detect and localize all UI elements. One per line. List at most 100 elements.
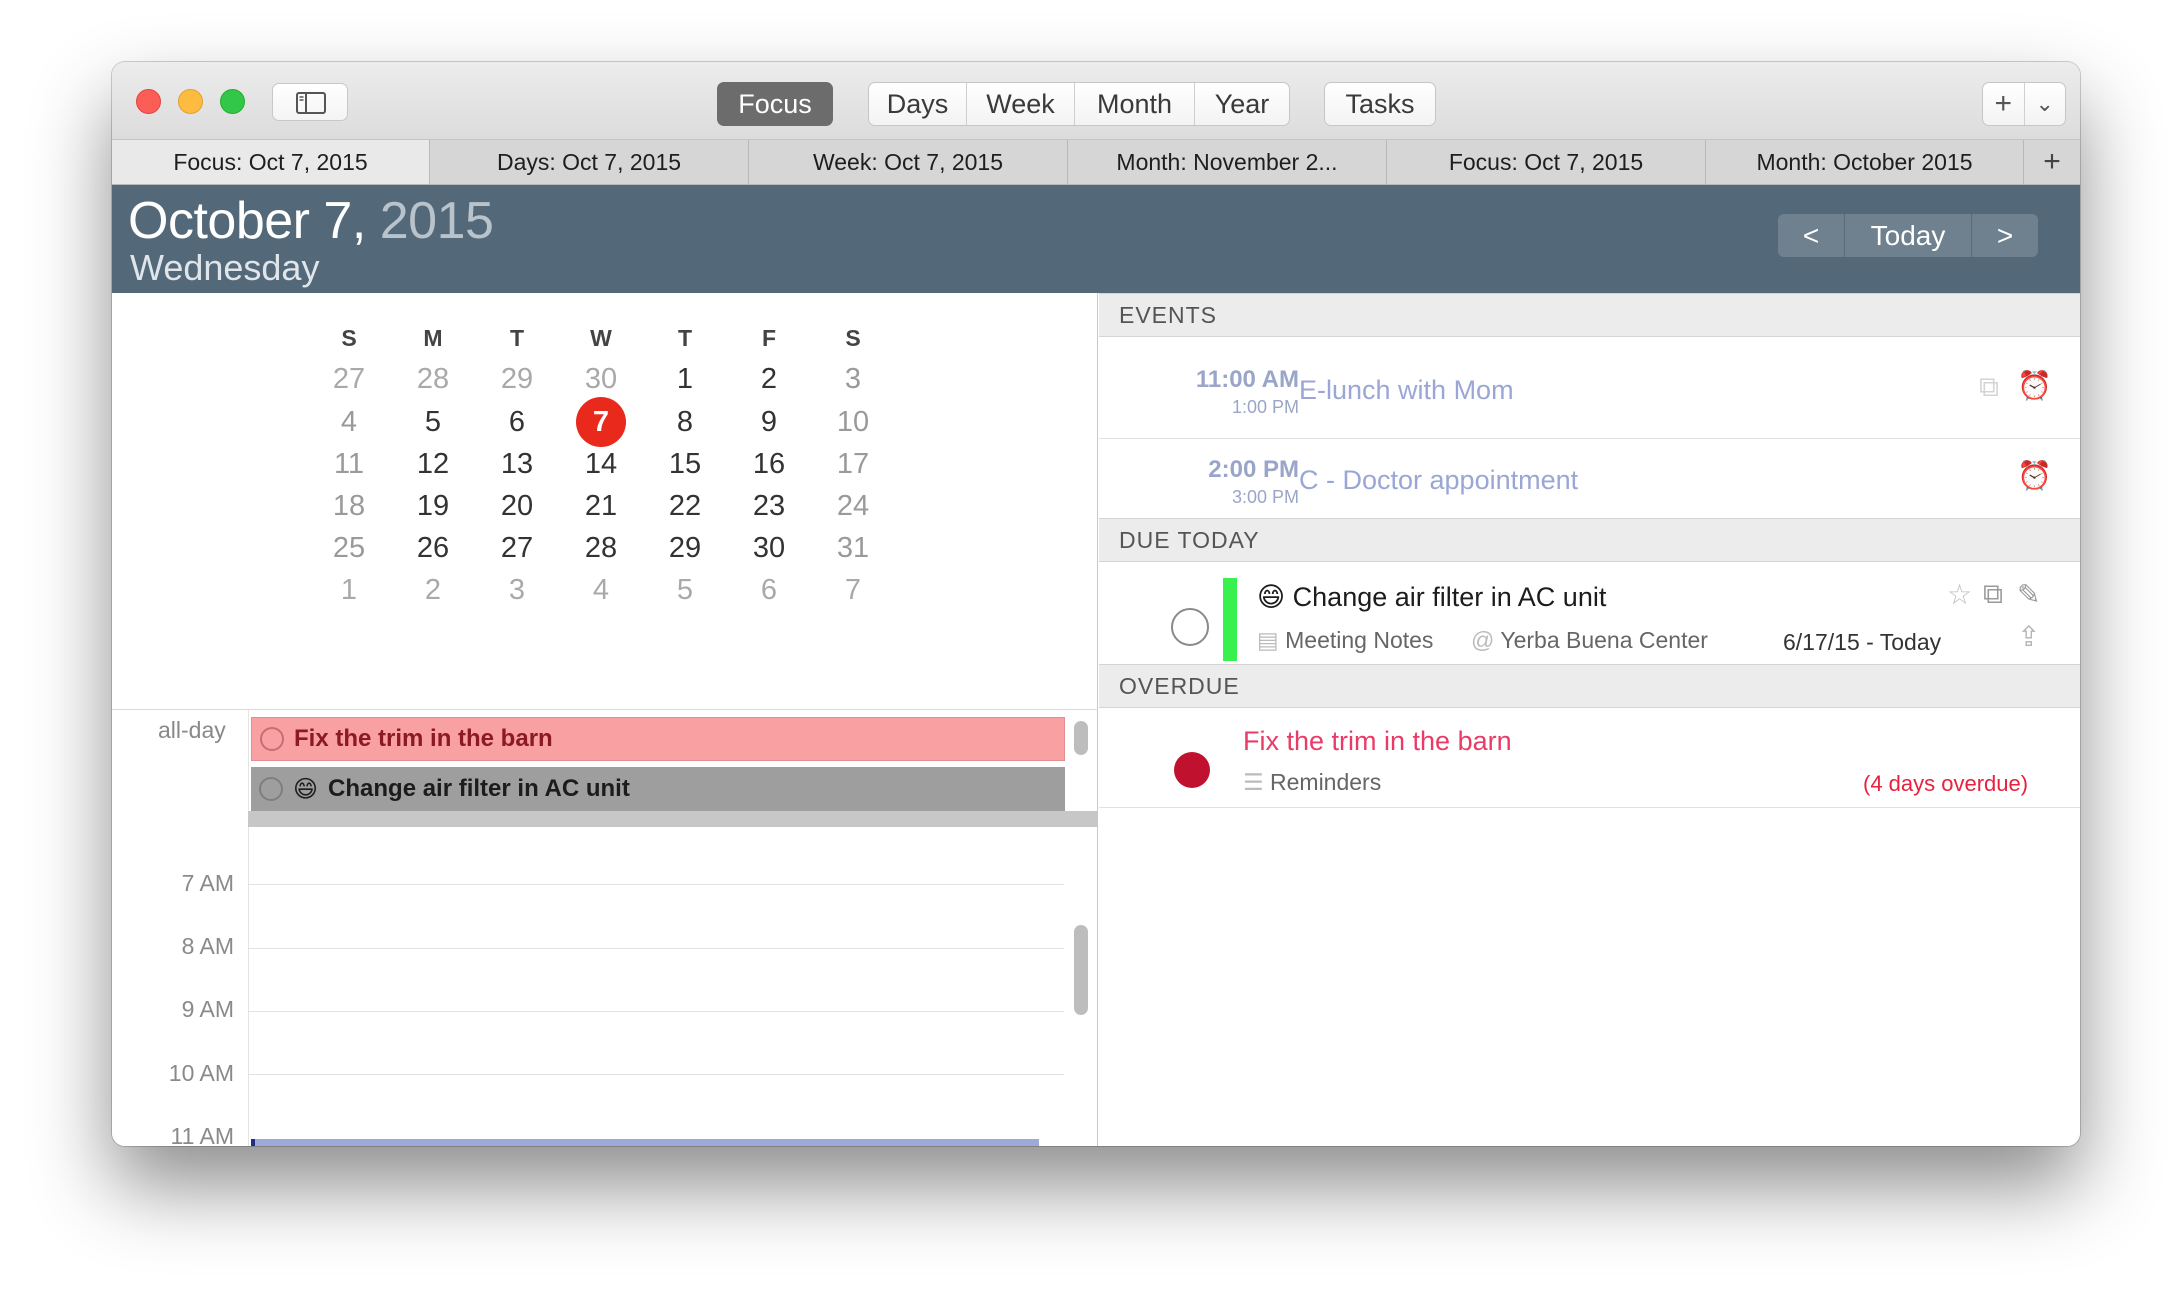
add-menu-chevron-icon[interactable]: ⌄ [2025,83,2066,125]
calendar-day[interactable]: 2 [403,569,463,611]
calendar-day[interactable]: 5 [403,401,463,443]
tab-week[interactable]: Week: Oct 7, 2015 [749,140,1068,184]
zoom-window-button[interactable] [220,89,245,114]
event-start-time: 11:00 AM [1195,366,1299,393]
tab-month-october[interactable]: Month: October 2015 [1706,140,2024,184]
calendar-day[interactable]: 10 [823,401,883,443]
calendar-day[interactable]: 7 [823,569,883,611]
calendar-day[interactable]: 3 [487,569,547,611]
hour-line [248,1011,1064,1012]
calendar-day[interactable]: 25 [319,527,379,569]
hour-line [248,948,1064,949]
edit-note-icon[interactable]: ✎ [2017,578,2040,611]
calendar-day[interactable]: 4 [571,569,631,611]
calendar-today[interactable]: 7 [576,397,626,447]
overdue-task-checkbox[interactable] [1174,752,1210,788]
today-button[interactable]: Today [1844,214,1972,257]
calendar-day[interactable]: 29 [487,358,547,400]
calendar-day[interactable]: 26 [403,527,463,569]
previous-day-button[interactable]: < [1778,214,1844,257]
time-gutter-line [248,710,249,1146]
date-navigation: < Today > [1778,214,2038,257]
calendar-day[interactable]: 5 [655,569,715,611]
calendar-day[interactable]: 30 [571,358,631,400]
calendar-day[interactable]: 6 [487,401,547,443]
calendar-day[interactable]: 15 [655,443,715,485]
add-button[interactable]: + [1983,83,2025,125]
hour-label: 8 AM [181,933,234,959]
calendar-day[interactable]: 8 [655,401,715,443]
calendar-day[interactable]: 13 [487,443,547,485]
year-view-button[interactable]: Year [1195,83,1289,125]
calendar-day[interactable]: 4 [319,401,379,443]
calendar-day[interactable]: 11 [319,443,379,485]
calendar-day[interactable]: 12 [403,443,463,485]
new-tab-button[interactable]: + [2024,140,2080,184]
hour-line [248,884,1064,885]
star-icon[interactable]: ☆ [1947,578,1972,611]
calendar-day[interactable]: 22 [655,485,715,527]
hour-label: 7 AM [181,870,234,896]
task-complete-checkbox[interactable] [1171,608,1209,646]
event-title[interactable]: E-lunch with Mom [1299,375,1514,406]
calendar-day[interactable]: 18 [319,485,379,527]
calendar-day[interactable]: 3 [823,358,883,400]
week-view-button[interactable]: Week [967,83,1075,125]
calendar-day[interactable]: 19 [403,485,463,527]
calendar-day[interactable]: 9 [739,401,799,443]
minimize-window-button[interactable] [178,89,203,114]
allday-separator[interactable] [248,811,1098,827]
calendar-day[interactable]: 17 [823,443,883,485]
tab-focus-1[interactable]: Focus: Oct 7, 2015 [112,140,430,184]
calendar-day[interactable]: 29 [655,527,715,569]
calendar-day[interactable]: 1 [319,569,379,611]
tasks-view-button[interactable]: Tasks [1325,83,1435,125]
calendar-day[interactable]: 28 [571,527,631,569]
weekday-header: T [677,325,693,351]
duplicate-icon[interactable]: ⧉ [1983,578,2003,611]
next-day-button[interactable]: > [1972,214,2038,257]
row-separator [1099,807,2080,808]
tab-days[interactable]: Days: Oct 7, 2015 [430,140,749,184]
tab-focus-2[interactable]: Focus: Oct 7, 2015 [1387,140,1706,184]
tab-bar: Focus: Oct 7, 2015 Days: Oct 7, 2015 Wee… [112,140,2080,185]
calendar-day[interactable]: 31 [823,527,883,569]
close-window-button[interactable] [136,89,161,114]
calendar-day[interactable]: 21 [571,485,631,527]
alarm-icon[interactable]: ⏰ [2017,369,2052,402]
days-view-button[interactable]: Days [869,83,967,125]
share-icon[interactable]: ⇪ [2017,620,2040,653]
calendar-day[interactable]: 16 [739,443,799,485]
alarm-icon[interactable]: ⏰ [2017,459,2052,492]
calendar-day[interactable]: 27 [319,358,379,400]
duplicate-icon[interactable]: ⧉ [1979,371,1999,404]
calendar-day[interactable]: 24 [823,485,883,527]
smile-emoji-icon: 😄 [1257,582,1286,612]
allday-scrollbar[interactable] [1074,721,1088,755]
event-end-time: 3:00 PM [1231,487,1299,507]
overdue-task-title[interactable]: Fix the trim in the barn [1243,726,1512,757]
tab-month-november[interactable]: Month: November 2... [1068,140,1387,184]
calendar-day[interactable]: 2 [739,358,799,400]
allday-task-item[interactable]: 😄 Change air filter in AC unit [251,767,1065,811]
calendar-day[interactable]: 6 [739,569,799,611]
task-checkbox[interactable] [260,727,284,751]
calendar-day[interactable]: 14 [571,443,631,485]
event-title[interactable]: C - Doctor appointment [1299,465,1578,496]
lunch-event-block[interactable] [251,1139,1039,1146]
task-checkbox[interactable] [259,777,283,801]
calendar-day[interactable]: 30 [739,527,799,569]
month-view-button[interactable]: Month [1075,83,1195,125]
overdue-section-header: OVERDUE [1099,664,2080,708]
toggle-sidebar-button[interactable] [272,83,348,121]
focus-view-button[interactable]: Focus [717,82,833,126]
calendar-day[interactable]: 28 [403,358,463,400]
allday-reminder-item[interactable]: Fix the trim in the barn [251,717,1065,761]
weekday-header: T [509,325,525,351]
timeline-scrollbar[interactable] [1074,925,1088,1015]
due-task-title[interactable]: 😄 Change air filter in AC unit [1257,582,1606,613]
calendar-day[interactable]: 23 [739,485,799,527]
calendar-day[interactable]: 20 [487,485,547,527]
calendar-day[interactable]: 1 [655,358,715,400]
calendar-day[interactable]: 27 [487,527,547,569]
